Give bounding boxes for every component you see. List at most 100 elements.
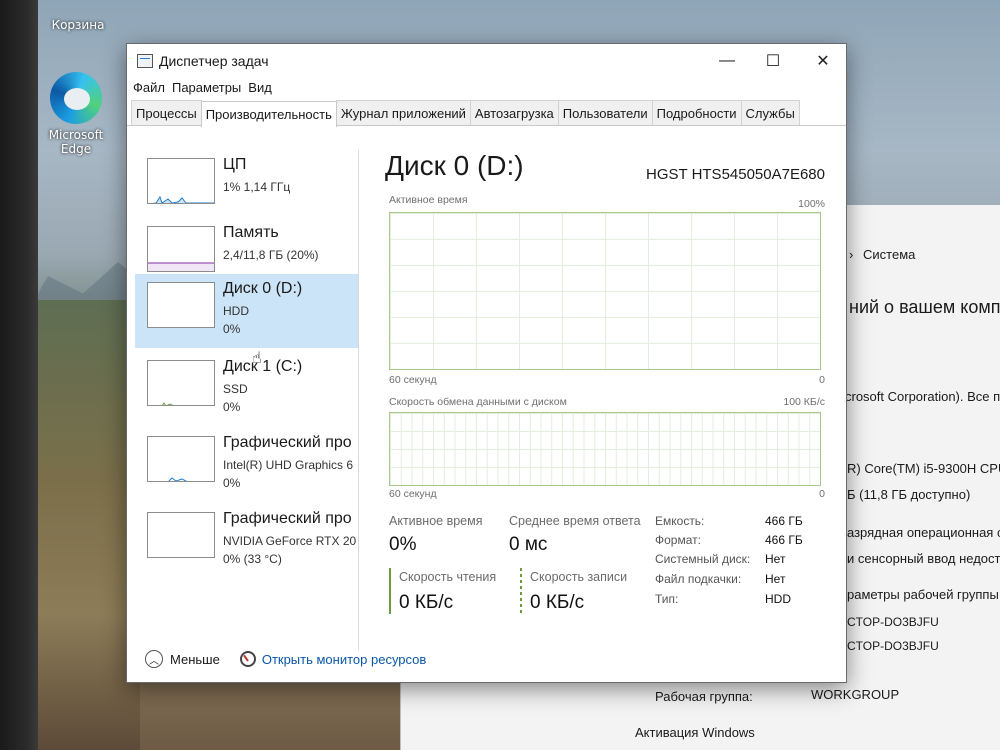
tab-details[interactable]: Подробности: [651, 100, 742, 125]
capacity-value: 466 ГБ: [765, 514, 803, 528]
system-disk-label: Системный диск:: [655, 552, 751, 566]
hand-cursor-icon: ☝: [252, 348, 262, 367]
disk-title: Диск 0 (D:): [385, 150, 524, 181]
resource-detail: HDD: [223, 304, 249, 318]
workgroup-label: Рабочая группа:: [655, 689, 753, 704]
transfer-rate-graph-label: Скорость обмена данными с диском: [389, 396, 567, 408]
format-value: 466 ГБ: [765, 533, 803, 547]
edge-shortcut[interactable]: Microsoft Edge: [36, 72, 116, 156]
screen-bezel: [0, 0, 38, 750]
write-speed-label: Скорость записи: [530, 570, 628, 584]
format-label: Формат:: [655, 533, 701, 547]
active-time-label: Активное время: [389, 514, 483, 528]
open-resource-monitor-link[interactable]: Открыть монитор ресурсов: [262, 652, 426, 667]
graph-min: 0: [819, 488, 825, 500]
cpu-mini-graph: [147, 158, 215, 204]
read-speed-value: 0 КБ/с: [399, 592, 454, 613]
resource-name: ЦП: [223, 156, 247, 173]
memory-sparkline: [148, 262, 214, 271]
avg-response-label: Среднее время ответа: [509, 514, 641, 528]
tab-startup[interactable]: Автозагрузка: [469, 100, 559, 125]
disk1-mini-graph: [147, 360, 215, 406]
edge-label-line2: Edge: [60, 142, 92, 156]
type-value: HDD: [765, 592, 791, 606]
edge-icon: [50, 72, 102, 124]
tab-processes[interactable]: Процессы: [131, 100, 202, 125]
capacity-label: Емкость:: [655, 514, 705, 528]
computer-full-name: CTOP-DO3BJFU: [847, 639, 939, 653]
tab-users[interactable]: Пользователи: [557, 100, 653, 125]
resource-cpu[interactable]: ЦП 1% 1,14 ГГц: [135, 150, 358, 224]
system-disk-value: Нет: [765, 552, 786, 566]
system-line: азрядная операционная систе: [847, 525, 1000, 540]
resource-gpu-1[interactable]: Графический про NVIDIA GeForce RTX 20 0%…: [135, 504, 358, 578]
system-line: R) Core(TM) i5-9300H CPU @: [847, 461, 1000, 476]
footer: ︿ Меньше Открыть монитор ресурсов: [145, 650, 426, 668]
computer-name: CTOP-DO3BJFU: [847, 615, 939, 629]
tab-app-history[interactable]: Журнал приложений: [335, 100, 471, 125]
cpu-sparkline: [151, 195, 214, 203]
read-speed-indicator: [389, 568, 391, 614]
active-time-graph-label: Активное время: [389, 194, 468, 206]
read-speed-label: Скорость чтения: [399, 570, 497, 584]
resource-usage: 0%: [223, 322, 241, 336]
transfer-rate-graph: [389, 412, 821, 486]
transfer-rate-graph-max: 100 КБ/с: [783, 396, 825, 408]
chevron-right-icon: ›: [849, 247, 854, 262]
system-line: и сенсорный ввод недоступ: [847, 551, 1000, 566]
activation-heading: Активация Windows: [635, 725, 755, 740]
maximize-button[interactable]: ☐: [750, 44, 796, 78]
gpu0-sparkline: [168, 477, 188, 481]
resource-name: Графический про: [223, 434, 352, 451]
wallpaper-hills: [20, 300, 140, 750]
recycle-bin-label: Корзина: [51, 18, 105, 32]
recycle-bin-shortcut[interactable]: Корзина: [38, 18, 118, 32]
active-time-value: 0%: [389, 534, 417, 555]
tab-services[interactable]: Службы: [740, 100, 800, 125]
write-speed-value: 0 КБ/с: [530, 592, 585, 613]
resource-detail: 1% 1,14 ГГц: [223, 180, 291, 194]
close-button[interactable]: ✕: [800, 44, 846, 78]
task-manager-window: Диспетчер задач — ☐ ✕ Файл Параметры Вид…: [126, 43, 847, 683]
menu-bar: Файл Параметры Вид: [127, 78, 846, 100]
disk-model: HGST HTS545050A7E680: [646, 166, 825, 183]
system-line: Б (11,8 ГБ доступно): [847, 487, 971, 502]
resource-detail: NVIDIA GeForce RTX 20: [223, 534, 357, 548]
resource-gpu-0[interactable]: Графический про Intel(R) UHD Graphics 6 …: [135, 428, 358, 502]
edge-label-line1: Microsoft: [48, 128, 104, 142]
disk1-sparkline: [162, 402, 174, 405]
resource-name: Графический про: [223, 510, 352, 527]
resource-list: ЦП 1% 1,14 ГГц Память 2,4/11,8 ГБ (20%) …: [131, 150, 359, 650]
menu-file[interactable]: Файл: [133, 78, 172, 100]
gpu0-mini-graph: [147, 436, 215, 482]
resource-name: Диск 0 (D:): [223, 280, 303, 297]
minimize-button[interactable]: —: [704, 44, 750, 78]
resource-detail: SSD: [223, 382, 248, 396]
write-speed-indicator: [520, 568, 522, 614]
resource-usage: 0%: [223, 476, 241, 490]
resource-disk-0[interactable]: Диск 0 (D:) HDD 0%: [135, 274, 358, 348]
workgroup-value: WORKGROUP: [811, 687, 900, 702]
resource-name: Память: [223, 224, 279, 241]
resource-detail: Intel(R) UHD Graphics 6: [223, 458, 354, 472]
tab-performance[interactable]: Производительность: [200, 101, 337, 127]
resource-disk-1[interactable]: Диск 1 (C:) SSD 0%: [135, 352, 358, 426]
resource-usage: 0% (33 °C): [223, 552, 282, 566]
type-label: Тип:: [655, 592, 679, 606]
page-file-label: Файл подкачки:: [655, 572, 742, 586]
title-bar[interactable]: Диспетчер задач — ☐ ✕: [127, 44, 846, 78]
system-heading: ний о вашем компь: [849, 297, 1000, 317]
memory-mini-graph: [147, 226, 215, 272]
menu-options[interactable]: Параметры: [172, 78, 248, 100]
chevron-up-icon[interactable]: ︿: [145, 650, 163, 668]
tab-strip: Процессы Производительность Журнал прило…: [127, 100, 846, 127]
breadcrumb[interactable]: Система: [863, 247, 915, 262]
graph-timespan: 60 секунд: [389, 374, 437, 386]
avg-response-value: 0 мс: [509, 534, 548, 555]
page-file-value: Нет: [765, 572, 786, 586]
fewer-details-button[interactable]: Меньше: [170, 652, 220, 667]
menu-view[interactable]: Вид: [248, 78, 279, 100]
active-time-graph: [389, 212, 821, 370]
disk0-mini-graph: [147, 282, 215, 328]
change-settings-link[interactable]: раметры рабочей группы: [847, 587, 999, 602]
